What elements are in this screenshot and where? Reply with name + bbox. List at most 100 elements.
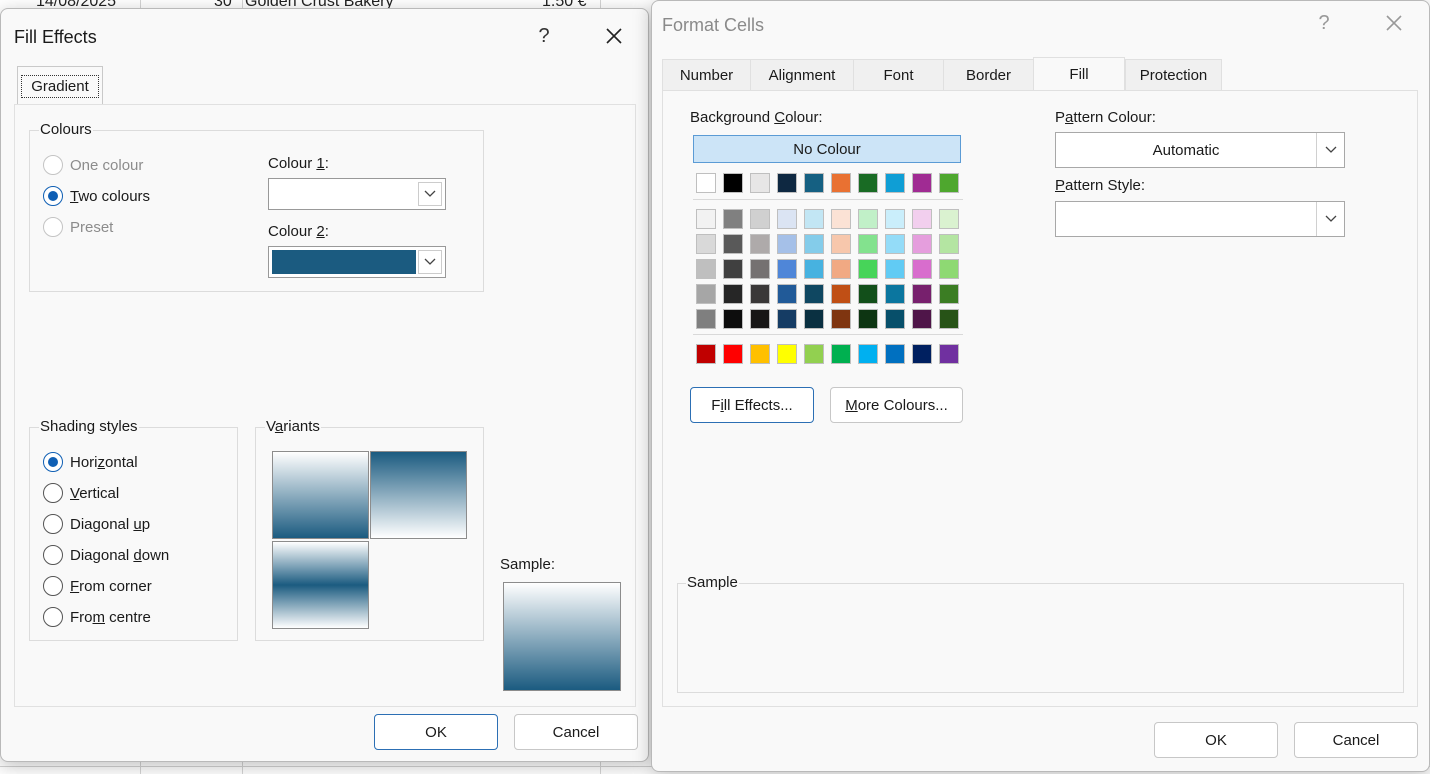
colour-swatch-tint1-4[interactable] — [777, 209, 797, 229]
colour-swatch-tint4-1[interactable] — [696, 284, 716, 304]
colour-swatch-tint5-1[interactable] — [696, 309, 716, 329]
pattern-style-dropdown[interactable] — [1055, 201, 1345, 237]
tab-number[interactable]: Number — [662, 59, 750, 91]
colour-swatch-tint5-8[interactable] — [885, 309, 905, 329]
colour-swatch-tint5-2[interactable] — [723, 309, 743, 329]
colour-swatch-standard-7[interactable] — [858, 344, 878, 364]
colour-swatch-tint1-10[interactable] — [939, 209, 959, 229]
colour-swatch-theme-2[interactable] — [723, 173, 743, 193]
colour-swatch-tint5-9[interactable] — [912, 309, 932, 329]
colour-swatch-theme-6[interactable] — [831, 173, 851, 193]
ok-button[interactable]: OK — [374, 714, 498, 750]
colour-swatch-tint3-10[interactable] — [939, 259, 959, 279]
colour-swatch-tint1-1[interactable] — [696, 209, 716, 229]
no-colour-button[interactable]: No Colour — [693, 135, 961, 163]
colour-swatch-tint1-7[interactable] — [858, 209, 878, 229]
colour-swatch-tint2-5[interactable] — [804, 234, 824, 254]
more-colours-button[interactable]: More Colours... — [830, 387, 963, 423]
tab-font[interactable]: Font — [853, 59, 943, 91]
pattern-colour-dropdown[interactable]: Automatic — [1055, 132, 1345, 168]
help-button[interactable]: ? — [1307, 6, 1341, 40]
colour-swatch-tint4-9[interactable] — [912, 284, 932, 304]
colour-swatch-theme-8[interactable] — [885, 173, 905, 193]
colour-swatch-tint3-1[interactable] — [696, 259, 716, 279]
colour-swatch-tint3-2[interactable] — [723, 259, 743, 279]
colour-swatch-standard-4[interactable] — [777, 344, 797, 364]
colour-swatch-tint5-6[interactable] — [831, 309, 851, 329]
colour-swatch-tint1-9[interactable] — [912, 209, 932, 229]
tab-alignment[interactable]: Alignment — [750, 59, 853, 91]
cancel-button[interactable]: Cancel — [1294, 722, 1418, 758]
tab-border[interactable]: Border — [943, 59, 1033, 91]
colour-swatch-tint3-8[interactable] — [885, 259, 905, 279]
colour-swatch-tint4-4[interactable] — [777, 284, 797, 304]
radio-from-corner[interactable]: From corner — [43, 576, 152, 596]
radio-two-colours[interactable]: Two colours — [43, 186, 150, 206]
colour-swatch-tint1-5[interactable] — [804, 209, 824, 229]
colour-swatch-tint4-6[interactable] — [831, 284, 851, 304]
colour-swatch-theme-9[interactable] — [912, 173, 932, 193]
colour-swatch-tint1-8[interactable] — [885, 209, 905, 229]
close-button[interactable] — [597, 19, 631, 53]
colour-swatch-standard-8[interactable] — [885, 344, 905, 364]
colour-swatch-tint4-5[interactable] — [804, 284, 824, 304]
colour-swatch-tint3-6[interactable] — [831, 259, 851, 279]
colour-swatch-tint3-4[interactable] — [777, 259, 797, 279]
colour-swatch-tint2-1[interactable] — [696, 234, 716, 254]
variant-3[interactable] — [272, 541, 369, 629]
radio-from-centre[interactable]: From centre — [43, 607, 151, 627]
colour-swatch-tint4-8[interactable] — [885, 284, 905, 304]
colour-swatch-tint1-3[interactable] — [750, 209, 770, 229]
colour-swatch-theme-1[interactable] — [696, 173, 716, 193]
colour-swatch-standard-9[interactable] — [912, 344, 932, 364]
colour-swatch-tint5-7[interactable] — [858, 309, 878, 329]
colour-swatch-tint5-3[interactable] — [750, 309, 770, 329]
colour-swatch-tint2-8[interactable] — [885, 234, 905, 254]
colour-swatch-tint3-9[interactable] — [912, 259, 932, 279]
colour-swatch-tint4-7[interactable] — [858, 284, 878, 304]
tab-protection[interactable]: Protection — [1125, 59, 1222, 91]
colour-swatch-tint3-3[interactable] — [750, 259, 770, 279]
fill-effects-button[interactable]: Fi ll Effects... — [690, 387, 814, 423]
colour-swatch-theme-7[interactable] — [858, 173, 878, 193]
variant-1[interactable] — [272, 451, 369, 539]
colour-swatch-theme-10[interactable] — [939, 173, 959, 193]
tab-gradient[interactable]: Gradient — [17, 66, 103, 105]
colour-swatch-standard-10[interactable] — [939, 344, 959, 364]
cancel-button[interactable]: Cancel — [514, 714, 638, 750]
colour-swatch-tint5-4[interactable] — [777, 309, 797, 329]
colour-swatch-tint2-2[interactable] — [723, 234, 743, 254]
colour-swatch-tint2-4[interactable] — [777, 234, 797, 254]
colour-swatch-standard-6[interactable] — [831, 344, 851, 364]
radio-diagonal-down[interactable]: Diagonal down — [43, 545, 169, 565]
colour-swatch-tint2-9[interactable] — [912, 234, 932, 254]
colour-swatch-tint2-10[interactable] — [939, 234, 959, 254]
colour-swatch-standard-3[interactable] — [750, 344, 770, 364]
colour-swatch-tint4-2[interactable] — [723, 284, 743, 304]
variant-2[interactable] — [370, 451, 467, 539]
close-button[interactable] — [1377, 6, 1411, 40]
colour2-picker[interactable] — [268, 246, 446, 278]
colour1-picker[interactable] — [268, 178, 446, 210]
tab-fill[interactable]: Fill — [1033, 57, 1125, 91]
colour-swatch-tint4-3[interactable] — [750, 284, 770, 304]
radio-diagonal-up[interactable]: Diagonal up — [43, 514, 150, 534]
colour-swatch-tint4-10[interactable] — [939, 284, 959, 304]
colour-swatch-standard-5[interactable] — [804, 344, 824, 364]
colour-swatch-tint2-6[interactable] — [831, 234, 851, 254]
colour-swatch-tint2-7[interactable] — [858, 234, 878, 254]
colour-swatch-theme-5[interactable] — [804, 173, 824, 193]
colour-swatch-tint3-5[interactable] — [804, 259, 824, 279]
colour-swatch-tint2-3[interactable] — [750, 234, 770, 254]
colour-swatch-tint5-10[interactable] — [939, 309, 959, 329]
colour-swatch-tint3-7[interactable] — [858, 259, 878, 279]
ok-button[interactable]: OK — [1154, 722, 1278, 758]
colour-swatch-standard-2[interactable] — [723, 344, 743, 364]
colour-swatch-standard-1[interactable] — [696, 344, 716, 364]
colour-swatch-tint1-2[interactable] — [723, 209, 743, 229]
radio-preset[interactable]: Preset — [43, 217, 113, 237]
colour-swatch-theme-4[interactable] — [777, 173, 797, 193]
colour-swatch-tint1-6[interactable] — [831, 209, 851, 229]
radio-one-colour[interactable]: One colour — [43, 155, 143, 175]
colour-swatch-tint5-5[interactable] — [804, 309, 824, 329]
